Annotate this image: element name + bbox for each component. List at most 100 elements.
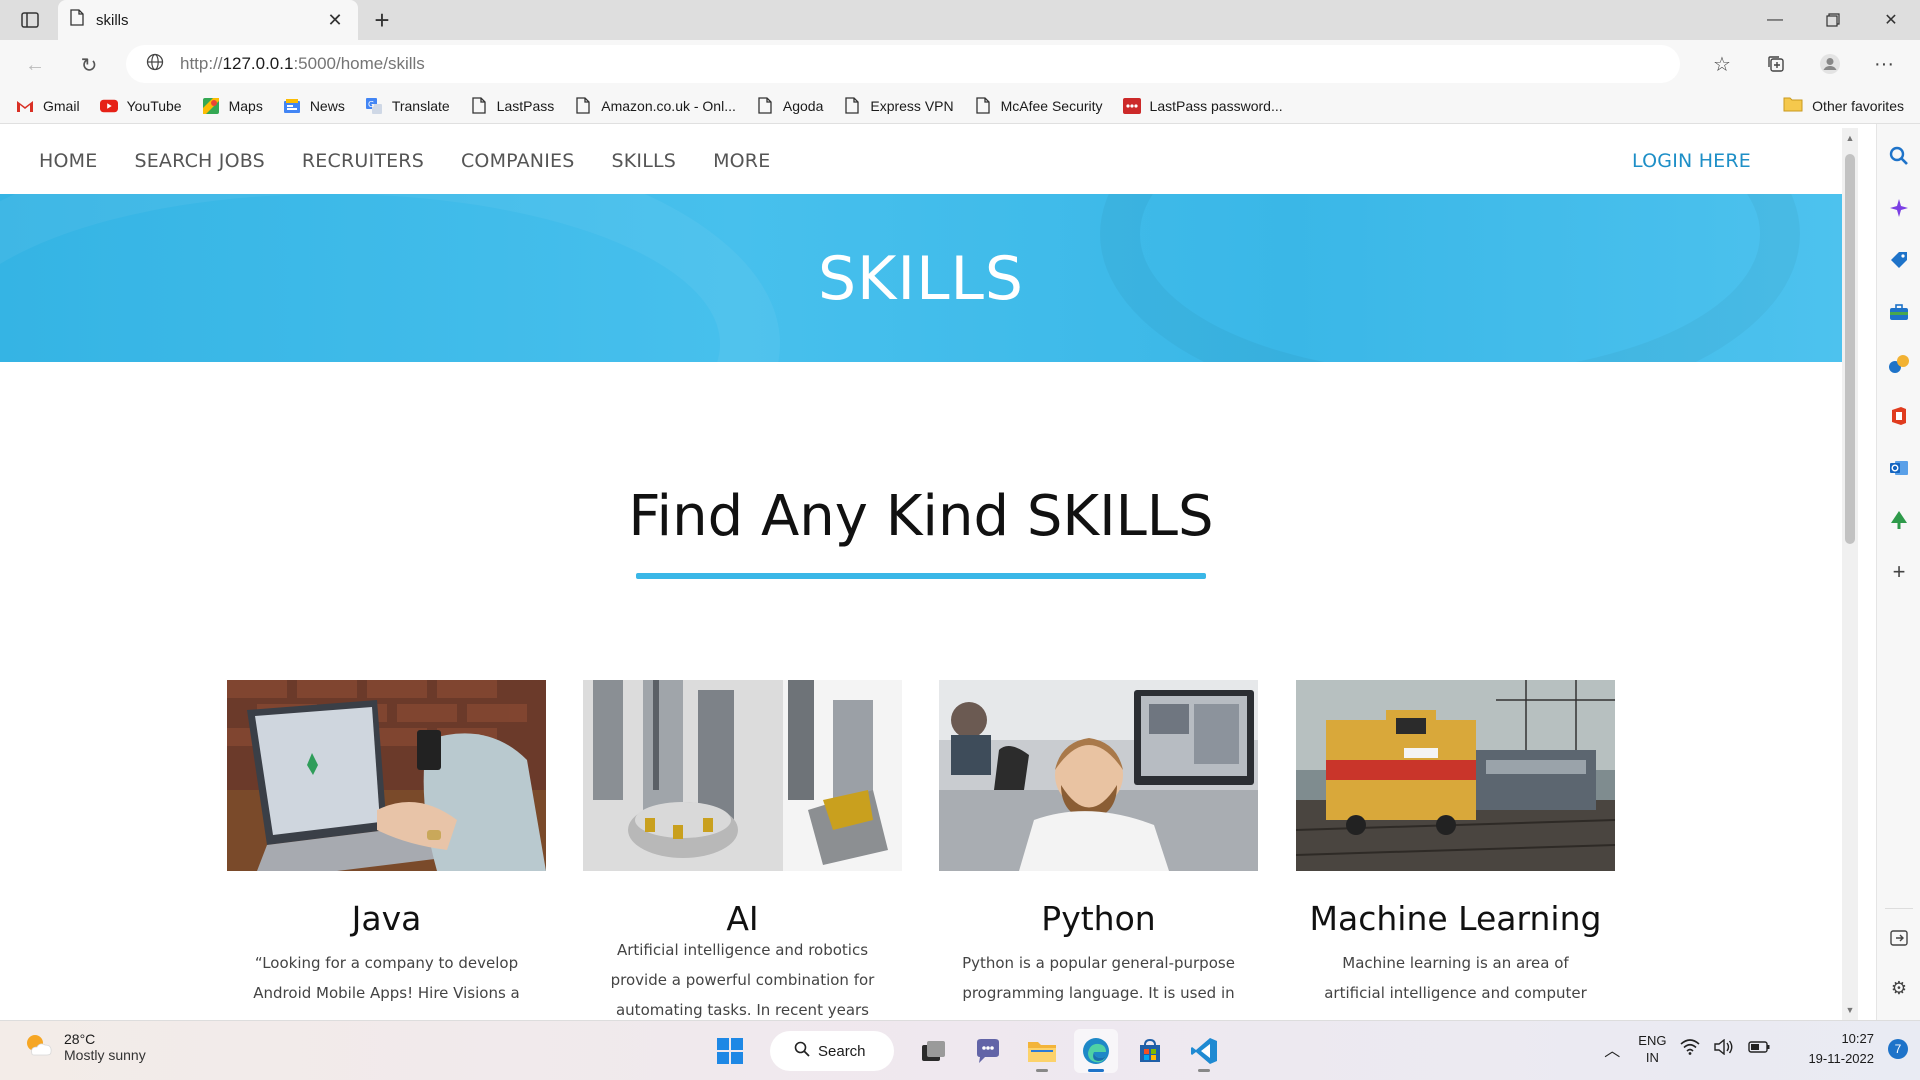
tab-title: skills (96, 11, 129, 29)
notification-badge[interactable]: 7 (1888, 1039, 1908, 1059)
page-icon (974, 97, 992, 115)
refresh-icon[interactable]: ↻ (74, 50, 104, 80)
bookmark-youtube[interactable]: YouTube (99, 97, 182, 115)
bookmark-agoda[interactable]: Agoda (756, 97, 823, 115)
folder-icon (1783, 96, 1803, 115)
close-tab-icon[interactable]: ✕ (324, 9, 346, 31)
translate-icon: G (365, 97, 383, 115)
card-title-machine-learning: Machine Learning (1309, 899, 1602, 938)
taskbar-search[interactable]: Search (770, 1031, 894, 1071)
copilot-sparkle-icon[interactable] (1885, 194, 1913, 222)
svg-text:G: G (368, 100, 374, 109)
machine-learning-image (1296, 680, 1615, 871)
login-link[interactable]: LOGIN HERE (1632, 150, 1751, 172)
page-icon (843, 97, 861, 115)
tree-icon[interactable] (1885, 506, 1913, 534)
python-image (939, 680, 1258, 871)
tab-bar: skills ✕ + — ✕ (0, 0, 1920, 40)
bookmark-gmail[interactable]: Gmail (16, 97, 80, 115)
nav-search-jobs[interactable]: SEARCH JOBS (134, 150, 264, 172)
globe-icon (146, 53, 164, 76)
games-icon[interactable] (1885, 350, 1913, 378)
page-scrollbar[interactable]: ▲ ▼ (1842, 128, 1858, 1020)
bookmark-maps[interactable]: Maps (202, 97, 263, 115)
close-window-button[interactable]: ✕ (1862, 0, 1920, 40)
nav-home[interactable]: HOME (39, 150, 97, 172)
tab-skills[interactable]: skills ✕ (58, 0, 358, 40)
collections-icon[interactable] (1758, 46, 1794, 82)
bookmark-lastpass-password[interactable]: LastPass password... (1122, 97, 1283, 115)
vscode-icon[interactable] (1182, 1029, 1226, 1073)
clock[interactable]: 10:27 19-11-2022 (1808, 1029, 1874, 1069)
tab-actions-icon[interactable] (16, 8, 44, 32)
nav-more[interactable]: MORE (713, 150, 770, 172)
skill-card-python[interactable]: Python Python is a popular general-purpo… (939, 680, 1258, 1008)
wifi-icon[interactable] (1680, 1038, 1700, 1060)
section-underline (636, 573, 1206, 579)
show-hidden-icons-chevron[interactable]: ︿ (1600, 1037, 1624, 1061)
tools-briefcase-icon[interactable] (1885, 298, 1913, 326)
hero-title: SKILLS (817, 244, 1025, 314)
teams-chat-icon[interactable] (966, 1029, 1010, 1073)
skill-card-ai[interactable]: AI Artificial intelligence and robotics … (583, 680, 902, 1020)
start-button[interactable] (708, 1029, 752, 1073)
youtube-icon (99, 97, 118, 115)
page-icon (574, 97, 592, 115)
card-desc-python: Python is a popular general-purpose prog… (962, 954, 1235, 1002)
bookmark-express-vpn[interactable]: Express VPN (843, 97, 954, 115)
gmail-icon (16, 97, 34, 115)
section-title: Find Any Kind SKILLS (628, 484, 1214, 549)
bookmark-lastpass[interactable]: LastPass (470, 97, 554, 115)
weather-temp: 28°C (64, 1031, 96, 1047)
outlook-icon[interactable] (1885, 454, 1913, 482)
scroll-up-arrow[interactable]: ▲ (1845, 132, 1855, 144)
more-menu-icon[interactable]: ··· (1866, 46, 1902, 82)
minimize-button[interactable]: — (1746, 0, 1804, 40)
skill-card-machine-learning[interactable]: Machine Learning Machine learning is an … (1296, 680, 1615, 1008)
shopping-tag-icon[interactable] (1885, 246, 1913, 274)
office-icon[interactable] (1885, 402, 1913, 430)
battery-icon[interactable] (1748, 1040, 1770, 1058)
card-title-ai: AI (726, 899, 759, 938)
language-indicator[interactable]: ENG IN (1638, 1032, 1666, 1066)
bookmarks-bar: Gmail YouTube Maps News G Translate Last… (0, 88, 1920, 124)
edge-browser-icon[interactable] (1074, 1029, 1118, 1073)
bookmark-amazon[interactable]: Amazon.co.uk - Onl... (574, 97, 736, 115)
task-view-icon[interactable] (912, 1029, 956, 1073)
card-title-java: Java (351, 899, 422, 938)
skill-card-java[interactable]: Java “Looking for a company to develop A… (227, 680, 546, 1008)
page-icon (756, 97, 774, 115)
profile-icon[interactable] (1812, 46, 1848, 82)
restore-button[interactable] (1804, 0, 1862, 40)
bookmark-translate[interactable]: G Translate (365, 97, 450, 115)
scroll-down-arrow[interactable]: ▼ (1845, 1004, 1855, 1016)
volume-icon[interactable] (1714, 1038, 1734, 1060)
microsoft-store-icon[interactable] (1128, 1029, 1172, 1073)
lastpass-icon (1122, 97, 1141, 115)
nav-recruiters[interactable]: RECRUITERS (302, 150, 424, 172)
favorites-star-icon[interactable]: ☆ (1704, 46, 1740, 82)
bookmark-news[interactable]: News (283, 97, 345, 115)
new-tab-button[interactable]: + (368, 5, 396, 35)
nav-companies[interactable]: COMPANIES (461, 150, 575, 172)
back-icon[interactable]: ← (20, 50, 50, 80)
other-favorites[interactable]: Other favorites (1783, 96, 1904, 115)
weather-widget[interactable]: 28°C Mostly sunny (24, 1031, 146, 1063)
url-text[interactable]: http://127.0.0.1:5000/home/skills (180, 54, 425, 74)
address-bar[interactable]: http://127.0.0.1:5000/home/skills (126, 45, 1680, 83)
weather-condition: Mostly sunny (64, 1047, 146, 1063)
search-icon[interactable] (1885, 142, 1913, 170)
file-explorer-icon[interactable] (1020, 1029, 1064, 1073)
address-toolbar: ← ↻ http://127.0.0.1:5000/home/skills ☆ … (0, 40, 1920, 88)
card-desc-java: “Looking for a company to develop Androi… (253, 954, 520, 1002)
card-desc-machine-learning: Machine learning is an area of artificia… (1324, 954, 1587, 1002)
nav-skills[interactable]: SKILLS (612, 150, 677, 172)
scroll-thumb[interactable] (1845, 154, 1855, 544)
hide-sidebar-icon[interactable] (1885, 924, 1913, 952)
settings-gear-icon[interactable]: ⚙ (1885, 974, 1913, 1002)
add-icon[interactable]: + (1885, 558, 1913, 586)
bookmark-mcafee[interactable]: McAfee Security (974, 97, 1103, 115)
ai-image (583, 680, 902, 871)
maps-icon (202, 97, 220, 115)
web-page: HOME SEARCH JOBS RECRUITERS COMPANIES SK… (0, 128, 1842, 1020)
